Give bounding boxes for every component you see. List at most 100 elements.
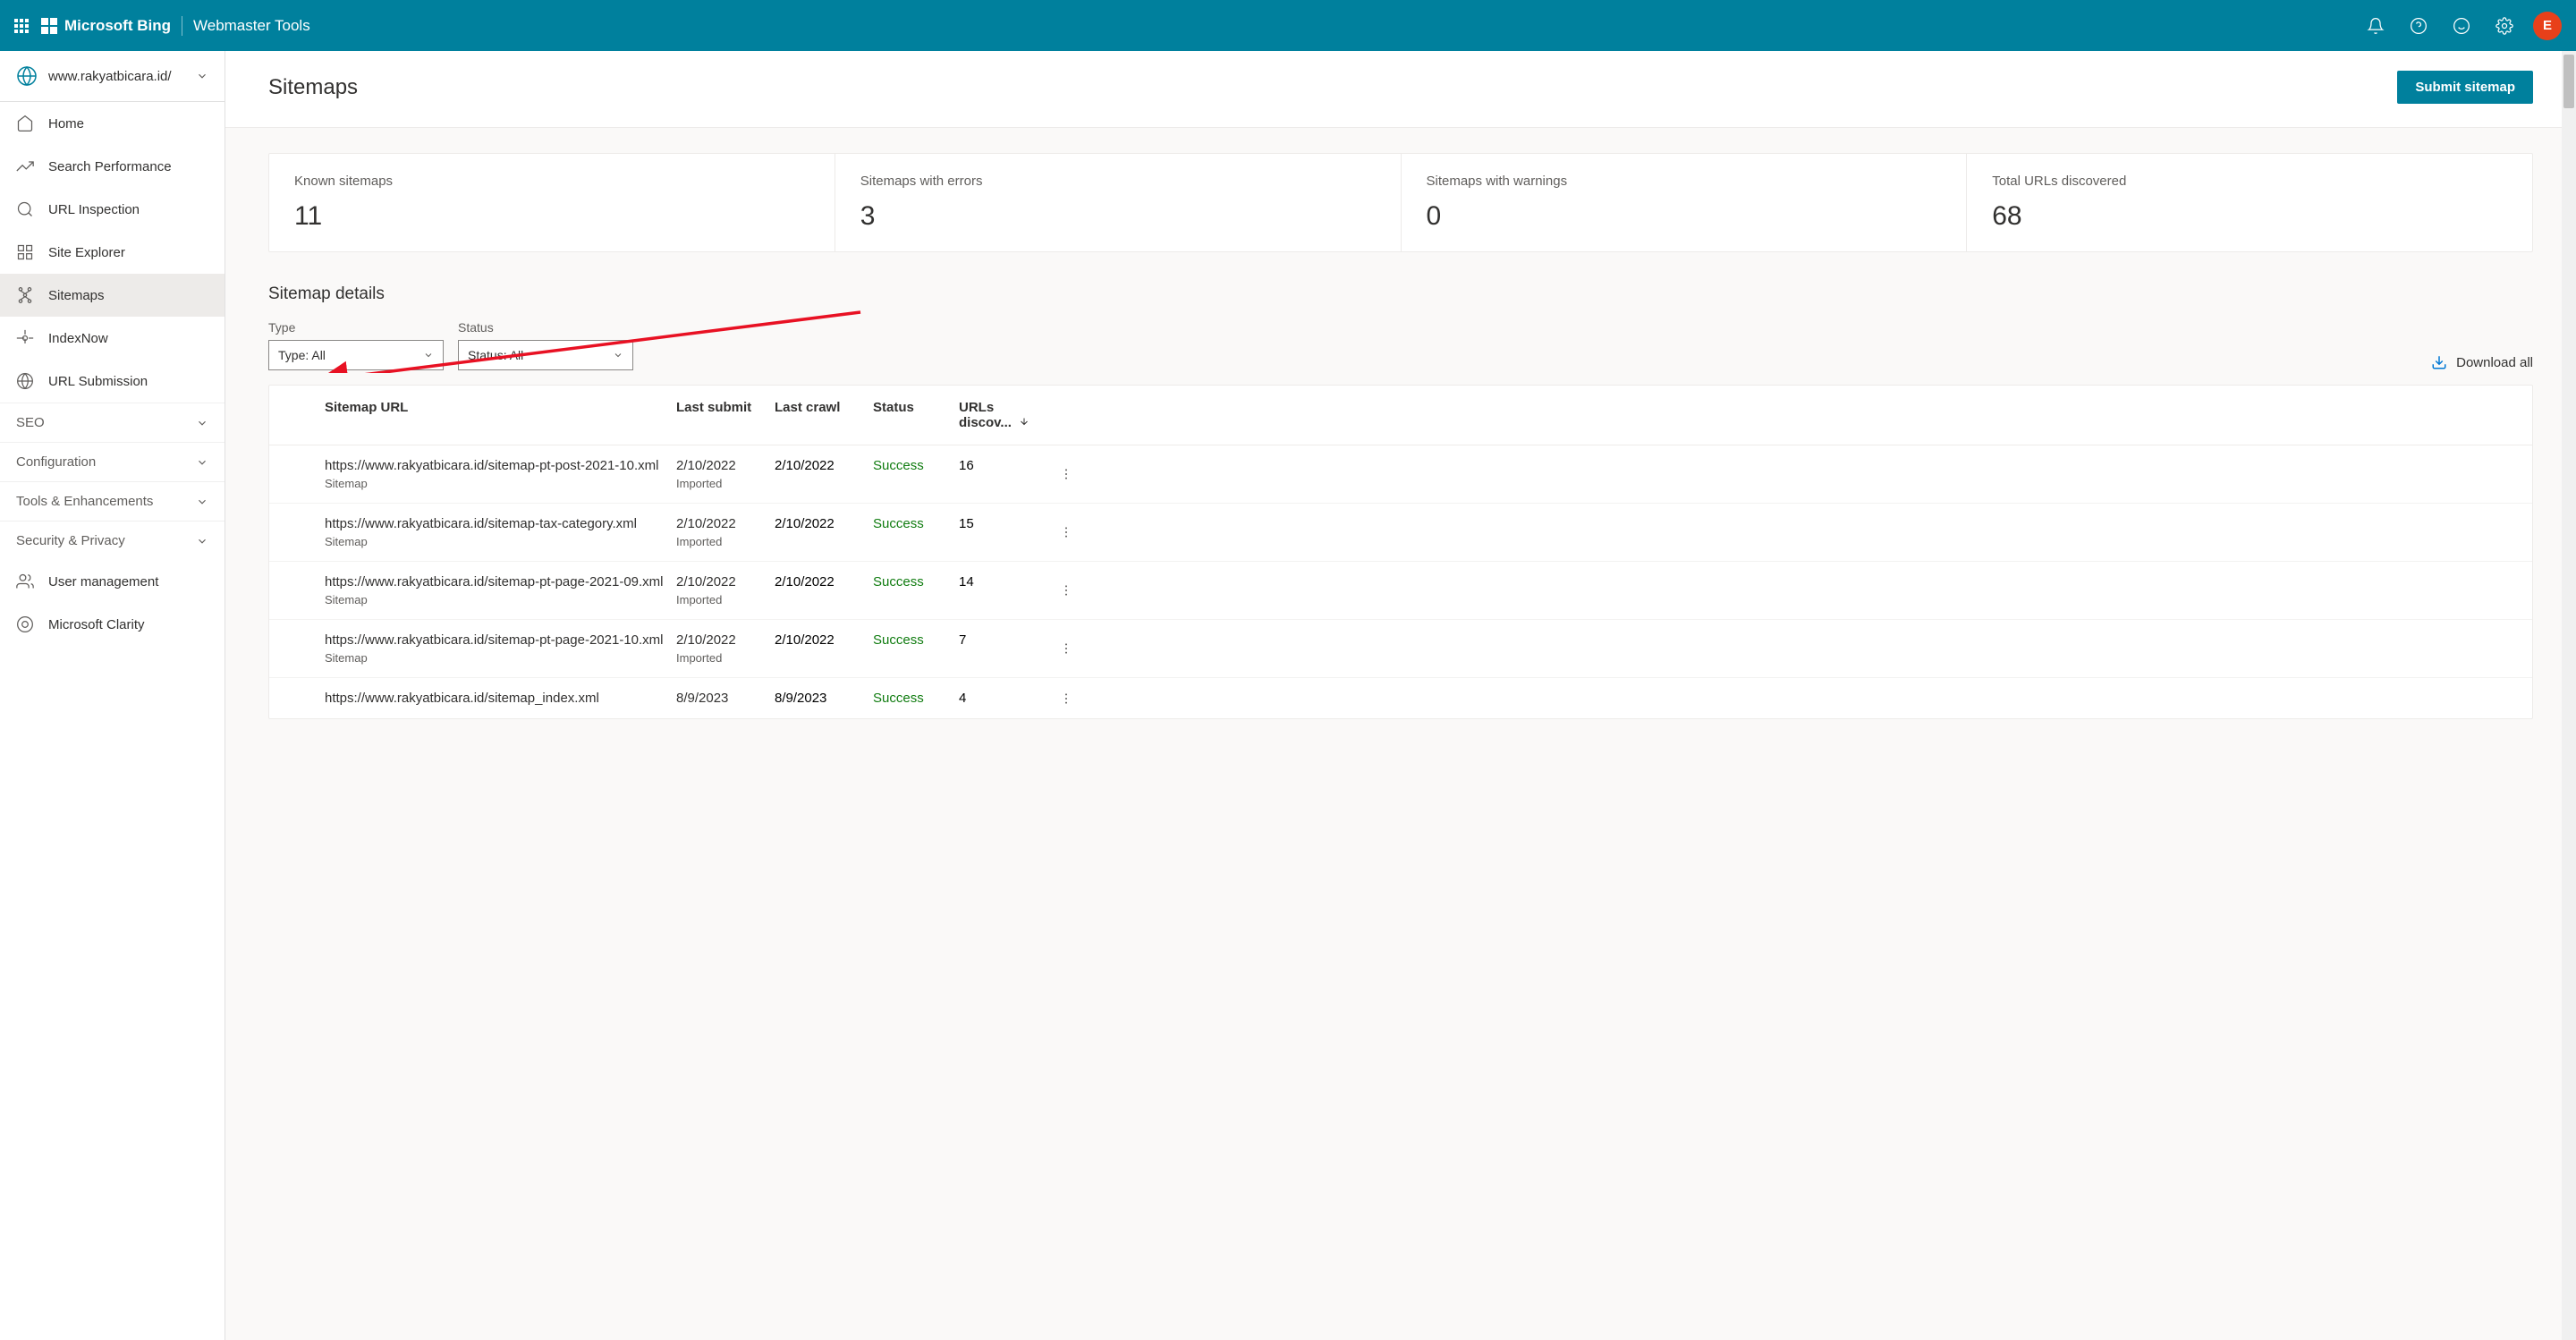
feedback-icon[interactable] xyxy=(2444,8,2479,44)
table-row[interactable]: https://www.rakyatbicara.id/sitemap_inde… xyxy=(269,678,2532,718)
stats-cards: Known sitemaps11Sitemaps with errors3Sit… xyxy=(268,153,2533,252)
stat-value: 68 xyxy=(1992,201,2507,232)
notifications-icon[interactable] xyxy=(2358,8,2394,44)
stat-card: Known sitemaps 11 xyxy=(269,154,835,251)
more-actions-icon[interactable] xyxy=(1059,467,1073,481)
status-badge: Success xyxy=(873,516,924,531)
last-submit: 2/10/2022 xyxy=(676,574,775,589)
table-row[interactable]: https://www.rakyatbicara.id/sitemap-pt-p… xyxy=(269,620,2532,678)
section-label: SEO xyxy=(16,415,45,430)
page-title: Sitemaps xyxy=(268,75,358,100)
sidebar-section-security-privacy[interactable]: Security & Privacy xyxy=(0,521,225,560)
nav-label: Sitemaps xyxy=(48,288,105,303)
section-label: Tools & Enhancements xyxy=(16,494,153,509)
chevron-down-icon xyxy=(196,456,208,469)
urls-discovered: 7 xyxy=(959,632,1048,665)
nav-icon xyxy=(16,615,34,633)
help-icon[interactable] xyxy=(2401,8,2436,44)
col-header-crawl[interactable]: Last crawl xyxy=(775,400,873,430)
col-header-status[interactable]: Status xyxy=(873,400,959,430)
last-submit: 8/9/2023 xyxy=(676,691,775,706)
sidebar-section-configuration[interactable]: Configuration xyxy=(0,442,225,481)
stat-label: Known sitemaps xyxy=(294,174,809,189)
last-submit: 2/10/2022 xyxy=(676,516,775,531)
nav-label: Site Explorer xyxy=(48,245,125,260)
urls-discovered: 4 xyxy=(959,691,1048,706)
status-badge: Success xyxy=(873,574,924,589)
nav-icon xyxy=(16,572,34,590)
user-avatar[interactable]: E xyxy=(2533,12,2562,40)
table-header: Sitemap URL Last submit Last crawl Statu… xyxy=(269,386,2532,445)
nav-icon xyxy=(16,200,34,218)
nav-icon xyxy=(16,114,34,132)
scrollbar[interactable] xyxy=(2562,51,2576,1340)
stat-card: Total URLs discovered 68 xyxy=(1967,154,2532,251)
sitemap-table: Sitemap URL Last submit Last crawl Statu… xyxy=(268,385,2533,719)
sidebar-item-search-performance[interactable]: Search Performance xyxy=(0,145,225,188)
download-icon xyxy=(2431,354,2447,370)
sitemap-url: https://www.rakyatbicara.id/sitemap-pt-p… xyxy=(325,458,676,473)
sidebar-item-site-explorer[interactable]: Site Explorer xyxy=(0,231,225,274)
nav-label: URL Submission xyxy=(48,374,148,389)
sort-desc-icon xyxy=(1019,416,1030,427)
col-header-urls[interactable]: URLs discov... xyxy=(959,400,1048,430)
stat-label: Total URLs discovered xyxy=(1992,174,2507,189)
submit-sitemap-button[interactable]: Submit sitemap xyxy=(2397,71,2533,104)
last-submit: 2/10/2022 xyxy=(676,632,775,648)
sidebar-item-indexnow[interactable]: IndexNow xyxy=(0,317,225,360)
status-badge: Success xyxy=(873,691,924,706)
chevron-down-icon xyxy=(196,535,208,547)
last-crawl: 2/10/2022 xyxy=(775,632,873,665)
sidebar-section-tools-enhancements[interactable]: Tools & Enhancements xyxy=(0,481,225,521)
site-name: www.rakyatbicara.id/ xyxy=(48,69,185,84)
more-actions-icon[interactable] xyxy=(1059,525,1073,539)
sitemap-url: https://www.rakyatbicara.id/sitemap-pt-p… xyxy=(325,574,676,589)
last-crawl: 8/9/2023 xyxy=(775,691,873,706)
urls-discovered: 15 xyxy=(959,516,1048,548)
status-filter-select[interactable]: Status: All xyxy=(458,340,633,370)
more-actions-icon[interactable] xyxy=(1059,691,1073,706)
sidebar-item-home[interactable]: Home xyxy=(0,102,225,145)
download-all-button[interactable]: Download all xyxy=(2431,354,2533,370)
settings-icon[interactable] xyxy=(2487,8,2522,44)
table-row[interactable]: https://www.rakyatbicara.id/sitemap-pt-p… xyxy=(269,562,2532,620)
status-badge: Success xyxy=(873,458,924,473)
col-header-url[interactable]: Sitemap URL xyxy=(269,400,676,430)
brand[interactable]: Microsoft Bing Webmaster Tools xyxy=(41,16,310,36)
sidebar-item-url-submission[interactable]: URL Submission xyxy=(0,360,225,403)
stat-value: 0 xyxy=(1427,201,1942,232)
brand-text: Microsoft Bing xyxy=(64,17,171,35)
nav-label: Home xyxy=(48,116,84,131)
sidebar-item-user-management[interactable]: User management xyxy=(0,560,225,603)
sidebar-item-sitemaps[interactable]: Sitemaps xyxy=(0,274,225,317)
stat-card: Sitemaps with errors3 xyxy=(835,154,1402,251)
sitemap-type: Sitemap xyxy=(325,593,676,606)
top-header: Microsoft Bing Webmaster Tools E xyxy=(0,0,2576,51)
sitemap-url: https://www.rakyatbicara.id/sitemap_inde… xyxy=(325,691,676,706)
stat-value: 11 xyxy=(294,201,809,232)
more-actions-icon[interactable] xyxy=(1059,641,1073,656)
last-crawl: 2/10/2022 xyxy=(775,516,873,548)
sidebar-item-url-inspection[interactable]: URL Inspection xyxy=(0,188,225,231)
nav-label: URL Inspection xyxy=(48,202,140,217)
status-filter-label: Status xyxy=(458,320,633,335)
table-row[interactable]: https://www.rakyatbicara.id/sitemap-tax-… xyxy=(269,504,2532,562)
globe-icon xyxy=(16,65,38,87)
more-actions-icon[interactable] xyxy=(1059,583,1073,598)
col-header-submit[interactable]: Last submit xyxy=(676,400,775,430)
submit-method: Imported xyxy=(676,651,775,665)
sidebar-section-seo[interactable]: SEO xyxy=(0,403,225,442)
submit-method: Imported xyxy=(676,535,775,548)
nav-icon xyxy=(16,329,34,347)
app-launcher-icon[interactable] xyxy=(14,19,29,33)
sidebar-item-microsoft-clarity[interactable]: Microsoft Clarity xyxy=(0,603,225,646)
last-submit: 2/10/2022 xyxy=(676,458,775,473)
site-selector[interactable]: www.rakyatbicara.id/ xyxy=(0,51,225,102)
header-right: E xyxy=(2358,8,2562,44)
urls-discovered: 14 xyxy=(959,574,1048,606)
type-filter-select[interactable]: Type: All xyxy=(268,340,444,370)
sidebar: www.rakyatbicara.id/ Home Search Performa… xyxy=(0,51,225,1340)
sitemap-url: https://www.rakyatbicara.id/sitemap-pt-p… xyxy=(325,632,676,648)
table-row[interactable]: https://www.rakyatbicara.id/sitemap-pt-p… xyxy=(269,445,2532,504)
nav-icon xyxy=(16,372,34,390)
